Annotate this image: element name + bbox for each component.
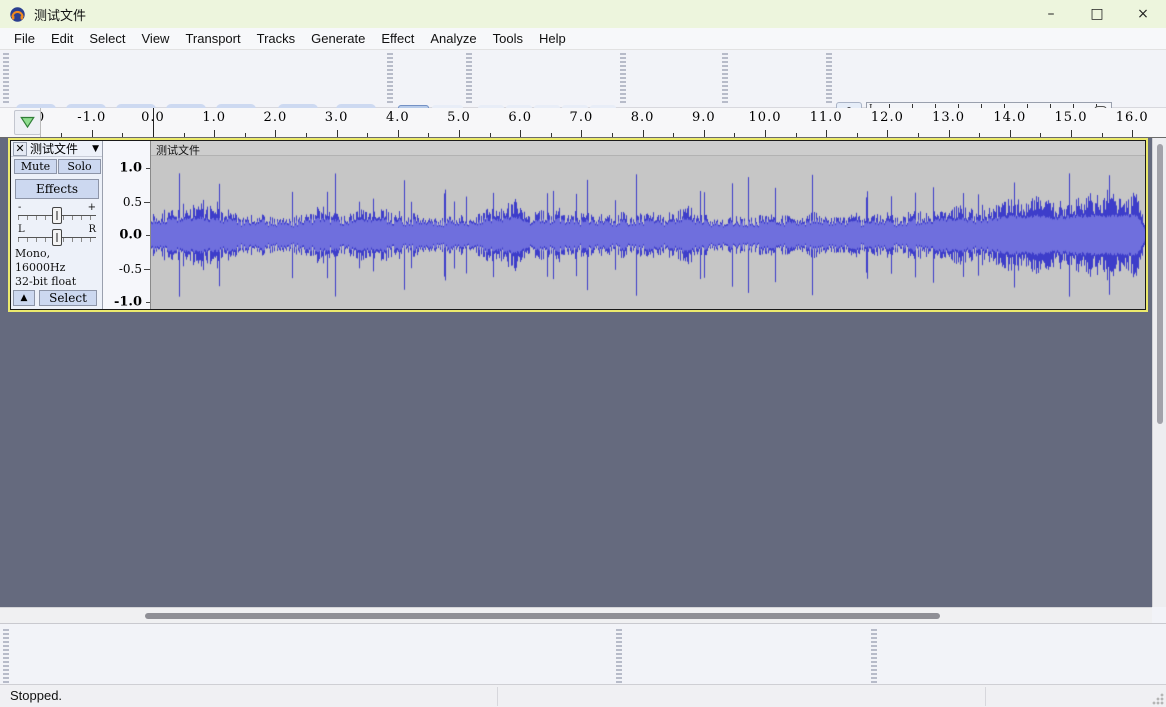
track-control-panel: ✕ 测试文件 ▼ Mute Solo Effects - + bbox=[11, 141, 103, 309]
ruler-time-label: 5.0 bbox=[447, 110, 471, 125]
toolbar-dock: ▼ Audio Setup Share Audio LR -54-48-42-3… bbox=[0, 50, 1166, 108]
vertical-ruler-label: 0.0 bbox=[119, 228, 142, 243]
waveform-canvas[interactable] bbox=[151, 156, 1145, 309]
solo-button[interactable]: Solo bbox=[58, 159, 101, 174]
status-text: Stopped. bbox=[10, 688, 62, 703]
track-format-info: Mono, 16000Hz 32-bit float bbox=[15, 247, 102, 289]
waveform-area[interactable]: 测试文件 bbox=[151, 141, 1145, 309]
pan-slider-thumb[interactable] bbox=[52, 229, 62, 246]
vertical-ruler[interactable]: 1.0 0.5 0.0 -0.5 -1.0 bbox=[103, 141, 151, 309]
toolbar-grip[interactable] bbox=[3, 53, 9, 104]
maximize-button[interactable]: □ bbox=[1074, 0, 1120, 28]
ruler-time-label: 3.0 bbox=[325, 110, 349, 125]
toolbar-grip[interactable] bbox=[826, 53, 832, 104]
ruler-time-label: 12.0 bbox=[871, 110, 904, 125]
horizontal-scrollbar[interactable] bbox=[0, 607, 1152, 623]
minimize-button[interactable]: – bbox=[1028, 0, 1074, 28]
menu-effect[interactable]: Effect bbox=[373, 29, 422, 48]
ruler-time-label: 14.0 bbox=[993, 110, 1026, 125]
resize-grip[interactable] bbox=[1152, 693, 1164, 705]
pan-right-label: R bbox=[88, 224, 96, 235]
track-menu-arrow-icon[interactable]: ▼ bbox=[92, 144, 99, 154]
track-collapse-button[interactable]: ▲ bbox=[13, 290, 35, 306]
vertical-scrollbar[interactable] bbox=[1152, 138, 1166, 607]
title-bar: 测试文件 – □ × bbox=[0, 0, 1166, 28]
ruler-time-label: -2.0 bbox=[40, 110, 45, 125]
green-triangle-icon bbox=[20, 116, 35, 129]
timeline-ruler-bar: -2.0-1.00.01.02.03.04.05.06.07.08.09.010… bbox=[0, 108, 1166, 138]
window-title: 测试文件 bbox=[34, 5, 86, 24]
menu-select[interactable]: Select bbox=[81, 29, 133, 48]
ruler-time-label: 4.0 bbox=[386, 110, 410, 125]
toolbar-grip[interactable] bbox=[722, 53, 728, 104]
audacity-logo-icon bbox=[9, 6, 26, 23]
ruler-time-label: 15.0 bbox=[1055, 110, 1088, 125]
track-close-button[interactable]: ✕ bbox=[13, 142, 27, 156]
vertical-ruler-label: 1.0 bbox=[119, 161, 142, 176]
menu-tracks[interactable]: Tracks bbox=[249, 29, 304, 48]
mute-button[interactable]: Mute bbox=[14, 159, 57, 174]
ruler-time-label: 7.0 bbox=[570, 110, 594, 125]
vertical-scrollbar-thumb[interactable] bbox=[1157, 144, 1163, 424]
ruler-time-label: -1.0 bbox=[77, 110, 106, 125]
ruler-time-label: 1.0 bbox=[202, 110, 226, 125]
ruler-time-label: 10.0 bbox=[749, 110, 782, 125]
pan-left-label: L bbox=[18, 224, 25, 235]
vertical-ruler-label: -0.5 bbox=[119, 262, 142, 276]
track-select-button[interactable]: Select bbox=[39, 290, 97, 306]
ruler-time-label: 9.0 bbox=[692, 110, 716, 125]
menu-bar: FileEditSelectViewTransportTracksGenerat… bbox=[0, 28, 1166, 50]
track-name[interactable]: 测试文件 bbox=[27, 140, 92, 157]
vertical-ruler-label: 0.5 bbox=[123, 195, 142, 209]
gain-slider[interactable]: - + bbox=[16, 204, 98, 224]
menu-help[interactable]: Help bbox=[531, 29, 574, 48]
menu-tools[interactable]: Tools bbox=[485, 29, 531, 48]
timeline-options-button[interactable] bbox=[14, 110, 41, 135]
menu-generate[interactable]: Generate bbox=[303, 29, 373, 48]
horizontal-scrollbar-thumb[interactable] bbox=[145, 613, 940, 619]
gain-minus-label: - bbox=[18, 202, 21, 213]
clip-header[interactable]: 测试文件 bbox=[151, 141, 1145, 156]
menu-file[interactable]: File bbox=[6, 29, 43, 48]
ruler-time-label: 6.0 bbox=[508, 110, 532, 125]
selection-toolbar: Project Rate (Hz) 16000 Snap-To Off Star… bbox=[0, 623, 1166, 684]
ruler-time-label: 8.0 bbox=[631, 110, 655, 125]
menu-view[interactable]: View bbox=[134, 29, 178, 48]
close-button[interactable]: × bbox=[1120, 0, 1166, 28]
track-canvas-area[interactable]: ✕ 测试文件 ▼ Mute Solo Effects - + bbox=[0, 138, 1152, 607]
audio-track: ✕ 测试文件 ▼ Mute Solo Effects - + bbox=[8, 138, 1148, 312]
status-bar: Stopped. bbox=[0, 684, 1166, 707]
playhead-cursor[interactable] bbox=[153, 108, 154, 137]
menu-transport[interactable]: Transport bbox=[177, 29, 248, 48]
ruler-time-label: 16.0 bbox=[1116, 110, 1148, 125]
ruler-time-label: 13.0 bbox=[932, 110, 965, 125]
pan-slider[interactable]: L R bbox=[16, 226, 98, 246]
menu-analyze[interactable]: Analyze bbox=[422, 29, 484, 48]
track-header: ✕ 测试文件 ▼ bbox=[11, 141, 102, 157]
effects-button[interactable]: Effects bbox=[15, 179, 99, 199]
time-ruler[interactable]: -2.0-1.00.01.02.03.04.05.06.07.08.09.010… bbox=[40, 108, 1148, 137]
gain-plus-label: + bbox=[88, 202, 96, 213]
gain-slider-thumb[interactable] bbox=[52, 207, 62, 224]
vertical-ruler-label: -1.0 bbox=[114, 295, 142, 310]
ruler-time-label: 2.0 bbox=[264, 110, 288, 125]
menu-edit[interactable]: Edit bbox=[43, 29, 81, 48]
ruler-time-label: 11.0 bbox=[810, 110, 843, 125]
audacity-window: 测试文件 – □ × FileEditSelectViewTransportTr… bbox=[0, 0, 1166, 707]
toolbar-grip[interactable] bbox=[620, 53, 626, 104]
toolbar-grip[interactable] bbox=[387, 53, 393, 104]
toolbar-grip[interactable] bbox=[466, 53, 472, 104]
